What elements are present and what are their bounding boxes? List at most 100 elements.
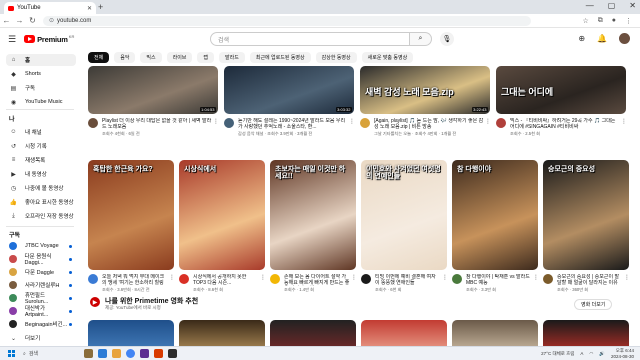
sidebar-item-like[interactable]: 👍 좋아요 표시한 동영상 (6, 196, 76, 208)
input-language[interactable]: A (580, 351, 583, 356)
browser-tab[interactable]: YouTube ✕ (4, 2, 96, 14)
video-title[interactable]: 오늘 저녁 뭐 먹지 무대 메이크 의 맹세 '여기는 한소하리 힐링 다이어트… (102, 274, 168, 286)
close-window-button[interactable]: ✕ (629, 1, 636, 10)
forward-icon[interactable]: → (13, 16, 26, 25)
sidebar-you-header[interactable]: 나 (9, 114, 15, 123)
more-actions-icon[interactable]: ⋮ (213, 118, 219, 125)
sidebar-item-shorts[interactable]: ◆ Shorts (6, 68, 76, 80)
filter-chip[interactable]: 음악 (114, 52, 136, 63)
taskbar-search[interactable]: ⌕ 검색 (23, 350, 38, 358)
browser-menu-icon[interactable]: ⋮ (625, 17, 632, 25)
channel-avatar[interactable] (224, 118, 234, 128)
sidebar-item-my-videos[interactable]: ▶ 내 동영상 (6, 168, 76, 180)
wifi-icon[interactable]: ◠ (589, 351, 593, 357)
video-thumbnail[interactable]: 승모근의 중요성 (543, 160, 629, 270)
tab-close-icon[interactable]: ✕ (87, 5, 92, 12)
filter-chip[interactable]: 랩 (197, 52, 215, 63)
taskbar-app-files-icon[interactable] (112, 349, 121, 358)
channel-avatar[interactable] (179, 274, 189, 284)
video-thumbnail[interactable]: 3:03:32 (224, 66, 354, 114)
video-title[interactable]: [Again, playlist] 🎵 듣 드는 밤, 🎶 생각하기 좋은 감성… (374, 118, 484, 130)
taskbar-clock[interactable]: 오후 6:44 2024-08-30 (611, 348, 634, 359)
video-title[interactable]: 승모근의 중요성 | 승모근이 발달할 때 얼굴이 달라지는 이유 (557, 274, 623, 286)
more-actions-icon[interactable]: ⋮ (351, 274, 357, 281)
filter-chip[interactable]: 전체 (88, 52, 110, 63)
taskbar-app-store-icon[interactable] (140, 349, 149, 358)
more-actions-icon[interactable]: ⋮ (349, 118, 355, 125)
new-tab-button[interactable]: + (98, 2, 103, 12)
channel-avatar[interactable] (88, 274, 98, 284)
video-thumbnail[interactable]: 초보자는 매일 이것만 하세요!! (270, 160, 356, 270)
sidebar-subscription[interactable]: 다문 음원식 Daggi... (6, 253, 76, 266)
filter-chip[interactable]: 믹스 (140, 52, 162, 63)
more-actions-icon[interactable]: ⋮ (624, 274, 630, 281)
filter-chip[interactable]: 발라드 (219, 52, 245, 63)
video-thumbnail[interactable]: 1:04:53 (88, 66, 218, 114)
channel-avatar[interactable] (360, 118, 370, 128)
youtube-premium-logo[interactable]: Premium KR (24, 34, 74, 44)
video-thumbnail[interactable]: 그대는 어디에 (496, 66, 626, 114)
taskbar-app-explorer-icon[interactable] (84, 349, 93, 358)
video-title[interactable]: 시상식에서 공개하지 못한 TOP3 다음 시즌... (193, 274, 259, 286)
sidebar-subscription[interactable]: 휴먼필드 Surolun... (6, 292, 76, 305)
video-title[interactable]: 참 다행이야 | 탁재훈 vs 발라드 MBC 예능 (466, 274, 532, 286)
channel-avatar[interactable] (361, 274, 371, 284)
site-info-icon[interactable]: ⊙ (49, 17, 54, 24)
channel-avatar[interactable] (496, 118, 506, 128)
sidebar-item-history[interactable]: ↺ 시청 기록 (6, 140, 76, 152)
channel-avatar[interactable] (543, 274, 553, 284)
video-title[interactable]: 티빙 이번에 예비 결혼해 여자 이 뚱뚱했 연애인들 (375, 274, 441, 286)
notifications-bell-icon[interactable]: 🔔 (597, 34, 607, 43)
minimize-button[interactable]: — (586, 1, 594, 10)
video-title[interactable]: 믹스 - 『티비비싸』하려거든 29곡 가수 🎵 그대는 어디에 #SINGAG… (510, 118, 620, 130)
sidebar-subscription[interactable]: JTBC Voyage (6, 240, 76, 252)
video-thumbnail[interactable]: 새벽 감성 노래 모음.zip 3:22:43 (360, 66, 490, 114)
taskbar-app-edge-icon[interactable] (98, 349, 107, 358)
filter-chip[interactable]: 라이브 (166, 52, 193, 63)
hamburger-menu-icon[interactable]: ☰ (8, 34, 16, 45)
more-actions-icon[interactable]: ⋮ (442, 274, 448, 281)
sidebar-subscription[interactable]: Beginagain비긴... (6, 318, 76, 330)
browser-profile-icon[interactable]: ● (612, 17, 616, 25)
taskbar-app-terminal-icon[interactable] (168, 349, 177, 358)
sidebar-subscription[interactable]: 사라기렌실루H (6, 279, 76, 291)
more-actions-icon[interactable]: ⋮ (621, 118, 627, 125)
volume-icon[interactable]: 🔊 (599, 351, 605, 357)
sidebar-subscription[interactable]: 다문 Daggle (6, 266, 76, 278)
more-actions-icon[interactable]: ⋮ (260, 274, 266, 281)
video-title[interactable]: 손해 보는 몸 다이어트 절약 가능해요 빠르게 빠지게 만드는 좋은 다이어트… (284, 274, 350, 286)
search-button[interactable]: ⌕ (410, 32, 432, 46)
extensions-icon[interactable]: ⧉ (598, 17, 603, 25)
sidebar-subscription[interactable]: 대신박가 Artpaint... (6, 305, 76, 318)
video-thumbnail[interactable]: 이민호와 사겨었던 여섯명의 연예인들 (361, 160, 447, 270)
sidebar-item-playlist[interactable]: ≡ 재생목록 (6, 154, 76, 166)
search-input[interactable]: 검색 (210, 32, 410, 46)
more-actions-icon[interactable]: ⋮ (533, 274, 539, 281)
taskbar-app-office-icon[interactable] (154, 349, 163, 358)
video-thumbnail[interactable]: 참 다행이야 (452, 160, 538, 270)
address-field[interactable]: ⊙ youtube.com (43, 15, 531, 26)
video-title[interactable]: Playlist 더 이상 우리 대답은 없을 것 같아 | 새벽 발라드 노래… (102, 118, 212, 130)
create-video-icon[interactable]: ⊕ (578, 34, 585, 43)
windows-start-icon[interactable] (8, 350, 15, 357)
sidebar-item-home[interactable]: ⌂ 홈 (6, 54, 76, 66)
reload-icon[interactable]: ↻ (26, 16, 39, 25)
video-title[interactable]: 듣기만 해도 설레는 1990~2024년 발라드 모음 우리가 사랑했던 추억… (238, 118, 348, 130)
filter-chip[interactable]: 새로운 맞춤 동영상 (361, 52, 414, 63)
channel-avatar[interactable] (88, 118, 98, 128)
bookmark-star-icon[interactable]: ☆ (582, 17, 588, 25)
sidebar-item-channel[interactable]: ☺ 내 채널 (6, 126, 76, 138)
more-actions-icon[interactable]: ⋮ (169, 274, 175, 281)
video-thumbnail[interactable]: 시상식에서 (179, 160, 265, 270)
channel-avatar[interactable] (270, 274, 280, 284)
back-icon[interactable]: ← (0, 16, 13, 25)
taskbar-app-chrome-icon[interactable] (126, 349, 135, 358)
filter-chip[interactable]: 최근에 업로드된 동영상 (249, 52, 311, 63)
sidebar-item-watch-later[interactable]: ◷ 나중에 볼 동영상 (6, 182, 76, 194)
sidebar-item-music[interactable]: ◉ YouTube Music (6, 96, 76, 108)
account-avatar[interactable] (619, 33, 630, 44)
sidebar-item-subscriptions[interactable]: ▤ 구독 (6, 82, 76, 94)
maximize-button[interactable]: ▢ (608, 1, 616, 10)
video-thumbnail[interactable]: 혹탑한 한근육 가요? (88, 160, 174, 270)
sidebar-item-download[interactable]: ⤓ 오프라인 저장 동영상 (6, 210, 76, 222)
